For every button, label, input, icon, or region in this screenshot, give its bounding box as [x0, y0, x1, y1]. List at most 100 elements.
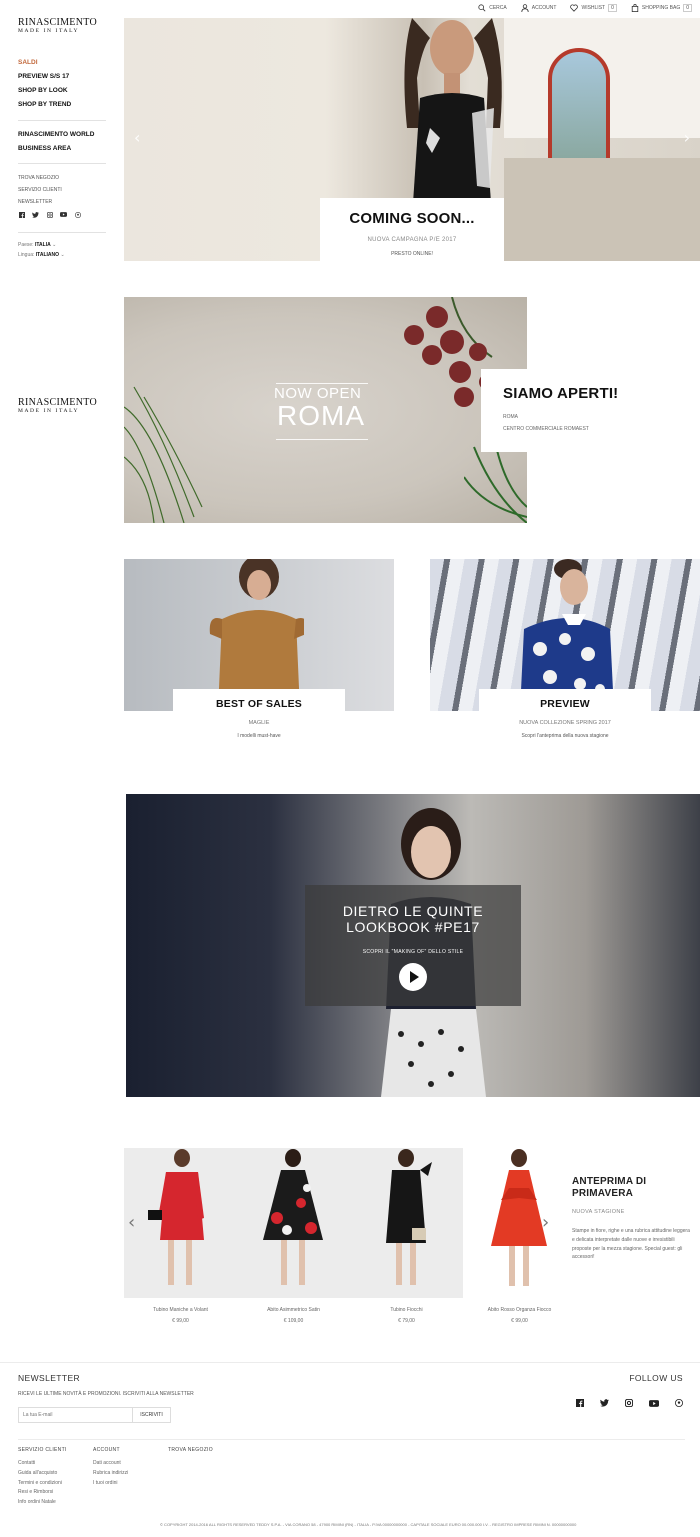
newsletter-form: ISCRIVITI: [18, 1407, 171, 1423]
product-price: € 99,00: [511, 1318, 528, 1324]
brand-logo[interactable]: RINASCIMENTO MADE IN ITALY: [18, 17, 97, 34]
tile-preview-label[interactable]: PREVIEW: [479, 689, 651, 711]
footer-link[interactable]: Info ordini Natale: [18, 1498, 67, 1508]
tile-preview-title: PREVIEW: [540, 698, 590, 710]
newsletter-subscribe-button[interactable]: ISCRIVITI: [133, 1407, 171, 1423]
twitter-icon[interactable]: [32, 211, 39, 218]
product-name[interactable]: Abito Rosso Organza Fiocco: [463, 1307, 576, 1313]
tile-best-label[interactable]: BEST OF SALES: [173, 689, 345, 711]
pinterest-icon[interactable]: [74, 211, 81, 218]
hero-next-arrow[interactable]: ›: [684, 128, 690, 147]
video-overlay-box: DIETRO LE QUINTE LOOKBOOK #PE17 SCOPRI I…: [305, 885, 521, 1006]
footer-link[interactable]: Contatti: [18, 1459, 67, 1469]
tile-best-text: MAGLIE I modelli must-have: [124, 720, 394, 739]
footer-link[interactable]: Termini e condizioni: [18, 1479, 67, 1489]
chevron-down-icon: ⌄: [52, 242, 57, 248]
sidebar-link-service[interactable]: SERVIZIO CLIENTI: [18, 184, 62, 196]
product-name[interactable]: Tubino Fiocchi: [350, 1307, 463, 1313]
hero-model-image: [404, 18, 502, 218]
footer-col-store: TROVA NEGOZIO: [168, 1447, 213, 1459]
hero-title: COMING SOON...: [349, 210, 475, 227]
heart-icon: [570, 4, 579, 12]
video-banner[interactable]: DIETRO LE QUINTE LOOKBOOK #PE17 SCOPRI I…: [126, 794, 700, 1097]
sidebar-divider: [18, 232, 106, 233]
footer-col-title: ACCOUNT: [93, 1447, 120, 1453]
country-select[interactable]: Paese: ITALIA ⌄: [18, 240, 65, 250]
twitter-icon[interactable]: [600, 1394, 609, 1412]
pinterest-icon[interactable]: [675, 1394, 683, 1412]
roma-banner[interactable]: NOW OPEN ROMA: [124, 297, 527, 523]
tile-best-category: MAGLIE: [248, 720, 270, 726]
roma-card-title: SIAMO APERTI!: [503, 385, 619, 402]
hero-banner[interactable]: ‹ › COMING SOON... NUOVA CAMPAGNA P/E 20…: [124, 18, 700, 261]
video-title-line1: DIETRO LE QUINTE: [342, 903, 484, 919]
wishlist-link[interactable]: WISHLIST 0: [570, 4, 617, 12]
sidebar-link-store[interactable]: TROVA NEGOZIO: [18, 172, 62, 184]
product-card[interactable]: [463, 1148, 576, 1298]
play-icon[interactable]: [399, 963, 427, 991]
search-icon: [478, 4, 486, 12]
hero-subtitle: NUOVA CAMPAGNA P/E 2017: [367, 237, 457, 243]
products-next-arrow[interactable]: ›: [542, 1212, 549, 1233]
hero-card[interactable]: COMING SOON... NUOVA CAMPAGNA P/E 2017 P…: [320, 198, 504, 261]
youtube-icon[interactable]: [60, 211, 67, 218]
product-image: [263, 1149, 323, 1285]
newsletter-text: RICEVI LE ULTIME NOVITÀ E PROMOZIONI. IS…: [18, 1391, 194, 1397]
footer-col-title[interactable]: TROVA NEGOZIO: [168, 1447, 213, 1453]
user-icon: [521, 4, 529, 12]
sidebar-item-shop-by-look[interactable]: SHOP BY LOOK: [18, 84, 71, 98]
facebook-icon[interactable]: [576, 1394, 584, 1412]
footer-divider: [0, 1362, 700, 1363]
products-prev-arrow[interactable]: ‹: [128, 1212, 135, 1233]
brand-tagline: MADE IN ITALY: [18, 28, 80, 34]
sidebar-main-nav: SALDI PREVIEW S/S 17 SHOP BY LOOK SHOP B…: [18, 56, 71, 112]
sidebar-link-newsletter[interactable]: NEWSLETTER: [18, 196, 62, 208]
locale-selectors: Paese: ITALIA ⌄ Lingua: ITALIANO ⌄: [18, 240, 65, 260]
footer-link[interactable]: I tuoi ordini: [93, 1479, 128, 1489]
bag-icon: [631, 4, 639, 12]
footer-link[interactable]: Guida all'acquisto: [18, 1469, 67, 1479]
product-name[interactable]: Abito Asimmetrico Satin: [237, 1307, 350, 1313]
palm-leaf-left: [124, 386, 203, 523]
sidebar-item-world[interactable]: RINASCIMENTO WORLD: [18, 128, 94, 142]
product-card[interactable]: [124, 1148, 237, 1298]
sidebar-item-shop-by-trend[interactable]: SHOP BY TREND: [18, 98, 71, 112]
youtube-icon[interactable]: [649, 1394, 659, 1412]
footer-link[interactable]: Rubrica indirizzi: [93, 1469, 128, 1479]
sidebar-small-links: TROVA NEGOZIO SERVIZIO CLIENTI NEWSLETTE…: [18, 172, 62, 208]
product-card[interactable]: [237, 1148, 350, 1298]
search-link[interactable]: CERCA: [478, 4, 507, 12]
product-image: [386, 1149, 432, 1285]
tile-preview-desc: Scopri l'anteprima della nuova stagione: [521, 733, 609, 739]
roma-card[interactable]: SIAMO APERTI! ROMA CENTRO COMMERCIALE RO…: [481, 369, 640, 452]
newsletter-email-input[interactable]: [18, 1407, 133, 1423]
facebook-icon[interactable]: [18, 211, 25, 218]
sidebar-item-saldi[interactable]: SALDI: [18, 56, 71, 70]
roma-banner-city: ROMA: [277, 400, 365, 431]
footer-link[interactable]: Dati account: [93, 1459, 128, 1469]
footer-divider: [18, 1439, 685, 1440]
brand-logo-secondary: RINASCIMENTO MADE IN ITALY: [18, 397, 97, 414]
footer-col-service: SERVIZIO CLIENTI Contatti Guida all'acqu…: [18, 1447, 67, 1508]
copyright-text: © COPYRIGHT 2014-2016 ALL RIGHTS RESERVE…: [160, 1522, 577, 1527]
hero-prev-arrow[interactable]: ‹: [134, 128, 140, 147]
tile-best-title: BEST OF SALES: [215, 698, 303, 710]
footer-link[interactable]: Resi e Rimborsi: [18, 1488, 67, 1498]
chevron-down-icon: ⌄: [60, 252, 65, 258]
tile-preview-text: NUOVA COLLEZIONE SPRING 2017 Scopri l'an…: [430, 720, 700, 739]
account-link[interactable]: ACCOUNT: [521, 4, 556, 12]
product-card[interactable]: [350, 1148, 463, 1298]
shopping-bag-link[interactable]: SHOPPING BAG 0: [631, 4, 692, 12]
video-title-line2: LOOKBOOK #PE17: [346, 919, 480, 935]
instagram-icon[interactable]: [46, 211, 53, 218]
promo-title-line2: PRIMAVERA: [572, 1188, 634, 1199]
language-select[interactable]: Lingua: ITALIANO ⌄: [18, 250, 65, 260]
product-name[interactable]: Tubino Maniche a Volant: [124, 1307, 237, 1313]
sidebar-item-business[interactable]: BUSINESS AREA: [18, 142, 94, 156]
instagram-icon[interactable]: [624, 1394, 634, 1412]
sidebar-item-preview[interactable]: PREVIEW S/S 17: [18, 70, 71, 84]
tile-best-desc: I modelli must-have: [237, 733, 281, 739]
promo-title-line1: ANTEPRIMA DI: [572, 1176, 647, 1187]
product-image: [491, 1149, 547, 1286]
sidebar-secondary-nav: RINASCIMENTO WORLD BUSINESS AREA: [18, 128, 94, 156]
